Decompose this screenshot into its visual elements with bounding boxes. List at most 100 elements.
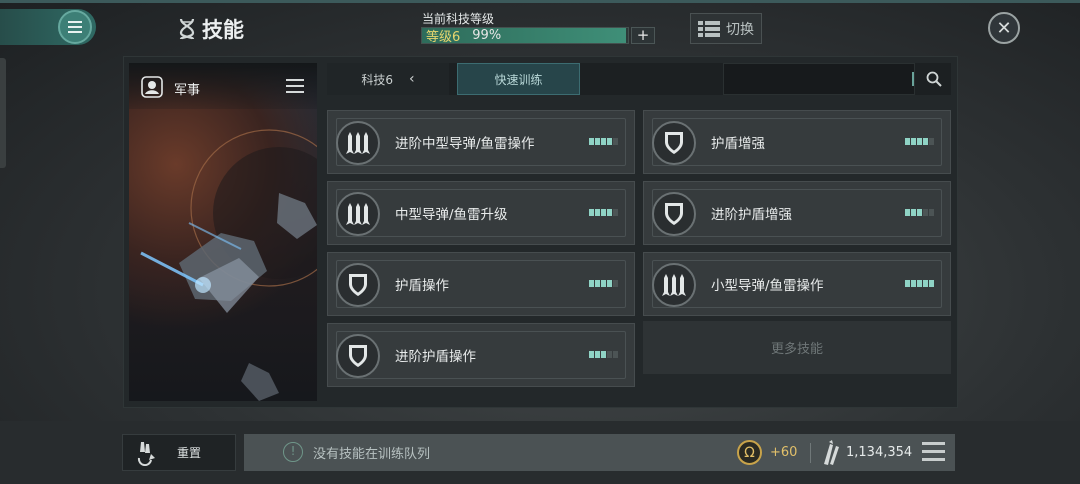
skill-level-pip [607, 280, 612, 287]
info-icon: ! [283, 442, 303, 462]
skill-level-indicator [589, 138, 618, 145]
skill-level-pip [601, 209, 606, 216]
skill-name: 护盾操作 [395, 278, 449, 294]
omega-icon[interactable]: Ω [737, 440, 762, 465]
switch-view-label: 切换 [726, 21, 754, 38]
tech-level-label: 当前科技等级 [422, 12, 495, 26]
shield-icon [652, 192, 696, 236]
skill-level-indicator [589, 209, 618, 216]
menu-icon[interactable] [922, 442, 945, 461]
skill-card[interactable]: 小型导弹/鱼雷操作 [643, 252, 951, 316]
quick-train-button[interactable]: 快速训练 [457, 63, 580, 95]
skill-name: 进阶护盾增强 [711, 207, 792, 223]
skillpoint-missile-icon [824, 440, 839, 465]
skill-level-pip [905, 209, 910, 216]
skill-level-pip [911, 138, 916, 145]
tab-tech-label: 科技6 [361, 72, 394, 87]
skill-level-pip [589, 351, 594, 358]
skill-level-pip [589, 280, 594, 287]
skill-card[interactable]: 进阶护盾操作 [327, 323, 635, 387]
skill-level-pip [601, 351, 606, 358]
page-title: 技能 [202, 18, 244, 42]
skill-name: 进阶护盾操作 [395, 349, 476, 365]
reset-button[interactable]: 重置 [122, 434, 236, 471]
chevron-left-icon[interactable]: ‹ [409, 71, 415, 87]
skill-level-pip [607, 138, 612, 145]
shield-icon [652, 121, 696, 165]
skill-level-pip [589, 138, 594, 145]
shield-icon [336, 263, 380, 307]
skill-level-pip [607, 209, 612, 216]
dna-icon [179, 18, 195, 41]
menu-icon[interactable] [58, 10, 92, 44]
military-badge-icon [141, 76, 163, 98]
skill-level-pip [929, 138, 934, 145]
skill-level-pip [923, 280, 928, 287]
category-name: 军事 [174, 83, 201, 98]
tech-level-bar: 等级6 99% [421, 27, 629, 45]
skill-level-pip [911, 280, 916, 287]
skill-level-pip [613, 351, 618, 358]
skill-card[interactable]: 中型导弹/鱼雷升级 [327, 181, 635, 245]
skill-level-pip [589, 209, 594, 216]
skill-level-indicator [589, 280, 618, 287]
missile-icon [336, 121, 380, 165]
skill-level-pip [613, 280, 618, 287]
omega-bonus: +60 [770, 445, 798, 460]
missile-icon [336, 192, 380, 236]
close-icon[interactable]: ✕ [988, 12, 1020, 44]
skill-level-indicator [905, 138, 934, 145]
queue-status-text: 没有技能在训练队列 [313, 447, 431, 462]
skill-level-pip [613, 209, 618, 216]
skill-level-pip [917, 209, 922, 216]
skill-name: 小型导弹/鱼雷操作 [711, 278, 824, 294]
grid-list-icon [698, 20, 720, 37]
top-edge-line [0, 0, 1080, 3]
skill-level-pip [905, 280, 910, 287]
skillpoints-value: 1,134,354 [846, 445, 913, 460]
skill-card[interactable]: 进阶中型导弹/鱼雷操作 [327, 110, 635, 174]
skill-level-indicator [589, 351, 618, 358]
shield-icon [336, 334, 380, 378]
skill-level-indicator [905, 209, 934, 216]
category-artwork [129, 63, 317, 401]
skill-level-pip [595, 209, 600, 216]
skill-level-pip [595, 280, 600, 287]
skill-level-pip [923, 209, 928, 216]
skill-name: 中型导弹/鱼雷升级 [395, 207, 508, 223]
skill-level-pip [595, 351, 600, 358]
divider [810, 443, 811, 463]
tech-level-badge: 等级6 [426, 30, 461, 45]
skill-card[interactable]: 进阶护盾增强 [643, 181, 951, 245]
reset-label: 重置 [177, 446, 202, 460]
skill-name: 护盾增强 [711, 136, 765, 152]
side-hud-tab[interactable] [0, 58, 6, 168]
tab-tech-level[interactable]: 科技6 ‹ [327, 63, 449, 95]
search-icon[interactable] [917, 63, 951, 95]
skill-level-pip [601, 138, 606, 145]
tech-level-percent: 99% [472, 28, 502, 43]
add-level-button[interactable]: + [631, 27, 655, 44]
skill-level-pip [911, 209, 916, 216]
search-cursor [912, 72, 914, 86]
skill-level-indicator [905, 280, 934, 287]
skill-card[interactable]: 护盾操作 [327, 252, 635, 316]
skill-card[interactable]: 护盾增强 [643, 110, 951, 174]
skill-level-pip [917, 280, 922, 287]
more-skills-button[interactable]: 更多技能 [643, 321, 951, 374]
missile-icon [652, 263, 696, 307]
page-header: 技能 [178, 14, 244, 44]
skill-level-pip [929, 209, 934, 216]
skill-level-pip [929, 280, 934, 287]
category-menu-icon[interactable] [286, 79, 304, 93]
reset-missile-icon [137, 441, 155, 466]
skill-level-pip [595, 138, 600, 145]
skill-level-pip [607, 351, 612, 358]
skill-level-pip [923, 138, 928, 145]
skill-level-pip [613, 138, 618, 145]
switch-view-button[interactable]: 切换 [690, 13, 762, 44]
skill-level-pip [917, 138, 922, 145]
skill-name: 进阶中型导弹/鱼雷操作 [395, 136, 535, 152]
search-input[interactable] [723, 63, 915, 95]
skill-level-pip [905, 138, 910, 145]
